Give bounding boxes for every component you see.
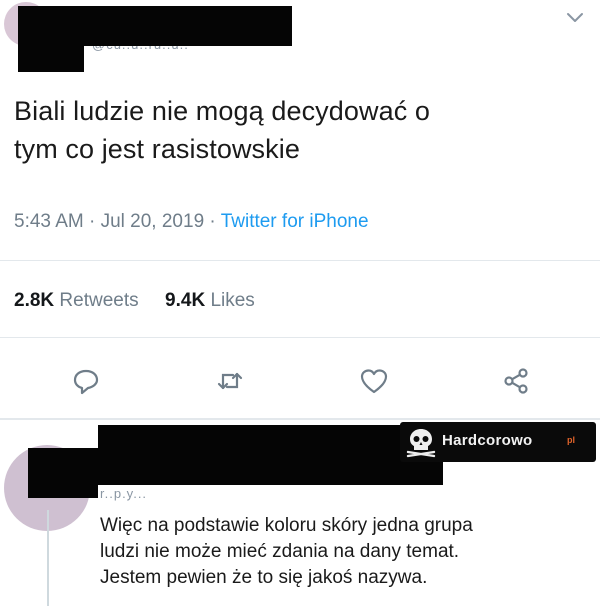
tweet-time[interactable]: 5:43 AM bbox=[14, 211, 84, 232]
heart-icon[interactable] bbox=[358, 365, 390, 397]
reply-text-line: Jestem pewien że to się jakoś nazywa. bbox=[100, 567, 428, 588]
tweet-source-link[interactable]: Twitter for iPhone bbox=[221, 211, 369, 232]
watermark-suffix: pl bbox=[567, 435, 575, 445]
likes-count: 9.4K bbox=[165, 290, 206, 311]
retweets-stat[interactable]: 2.8K Retweets bbox=[14, 290, 144, 311]
reply-handle-fragment: r..p.y... bbox=[100, 486, 148, 501]
divider bbox=[0, 418, 600, 420]
reply-text: Więc na podstawie koloru skóry jedna gru… bbox=[100, 513, 580, 591]
retweets-count: 2.8K bbox=[14, 290, 55, 311]
retweets-label: Retweets bbox=[59, 290, 139, 311]
tweet-stats: 2.8K Retweets 9.4K Likes bbox=[14, 290, 255, 312]
tweet-meta: 5:43 AM · Jul 20, 2019 · Twitter for iPh… bbox=[14, 211, 369, 233]
reply-text-line: ludzi nie może mieć zdania na dany temat… bbox=[100, 541, 460, 562]
redaction-bar bbox=[18, 44, 84, 72]
user-handle[interactable]: @cu..u..ru..u.. bbox=[92, 44, 297, 58]
likes-label: Likes bbox=[210, 290, 255, 311]
divider bbox=[0, 260, 600, 261]
tweet-text-line: Biali ludzie nie mogą decydować o bbox=[14, 96, 431, 126]
reply-text-line: Więc na podstawie koloru skóry jedna gru… bbox=[100, 515, 473, 536]
separator: · bbox=[89, 211, 96, 232]
separator: · bbox=[209, 211, 216, 232]
divider bbox=[0, 337, 600, 338]
share-icon[interactable] bbox=[500, 365, 532, 397]
watermark: Hardcorowo pl bbox=[400, 422, 596, 462]
tweet-text: Biali ludzie nie mogą decydować o tym co… bbox=[14, 92, 584, 168]
redaction-bar bbox=[18, 6, 292, 46]
tweet-date[interactable]: Jul 20, 2019 bbox=[101, 211, 205, 232]
reply-icon[interactable] bbox=[70, 365, 102, 397]
watermark-text: Hardcorowo bbox=[442, 432, 533, 449]
chevron-down-icon[interactable] bbox=[563, 6, 587, 30]
redaction-bar bbox=[98, 425, 443, 485]
tweet-text-line: tym co jest rasistowskie bbox=[14, 134, 300, 164]
skull-icon bbox=[406, 429, 436, 458]
retweet-icon[interactable] bbox=[214, 365, 246, 397]
thread-line bbox=[47, 510, 49, 606]
likes-stat[interactable]: 9.4K Likes bbox=[165, 290, 255, 311]
redaction-bar bbox=[28, 448, 98, 498]
